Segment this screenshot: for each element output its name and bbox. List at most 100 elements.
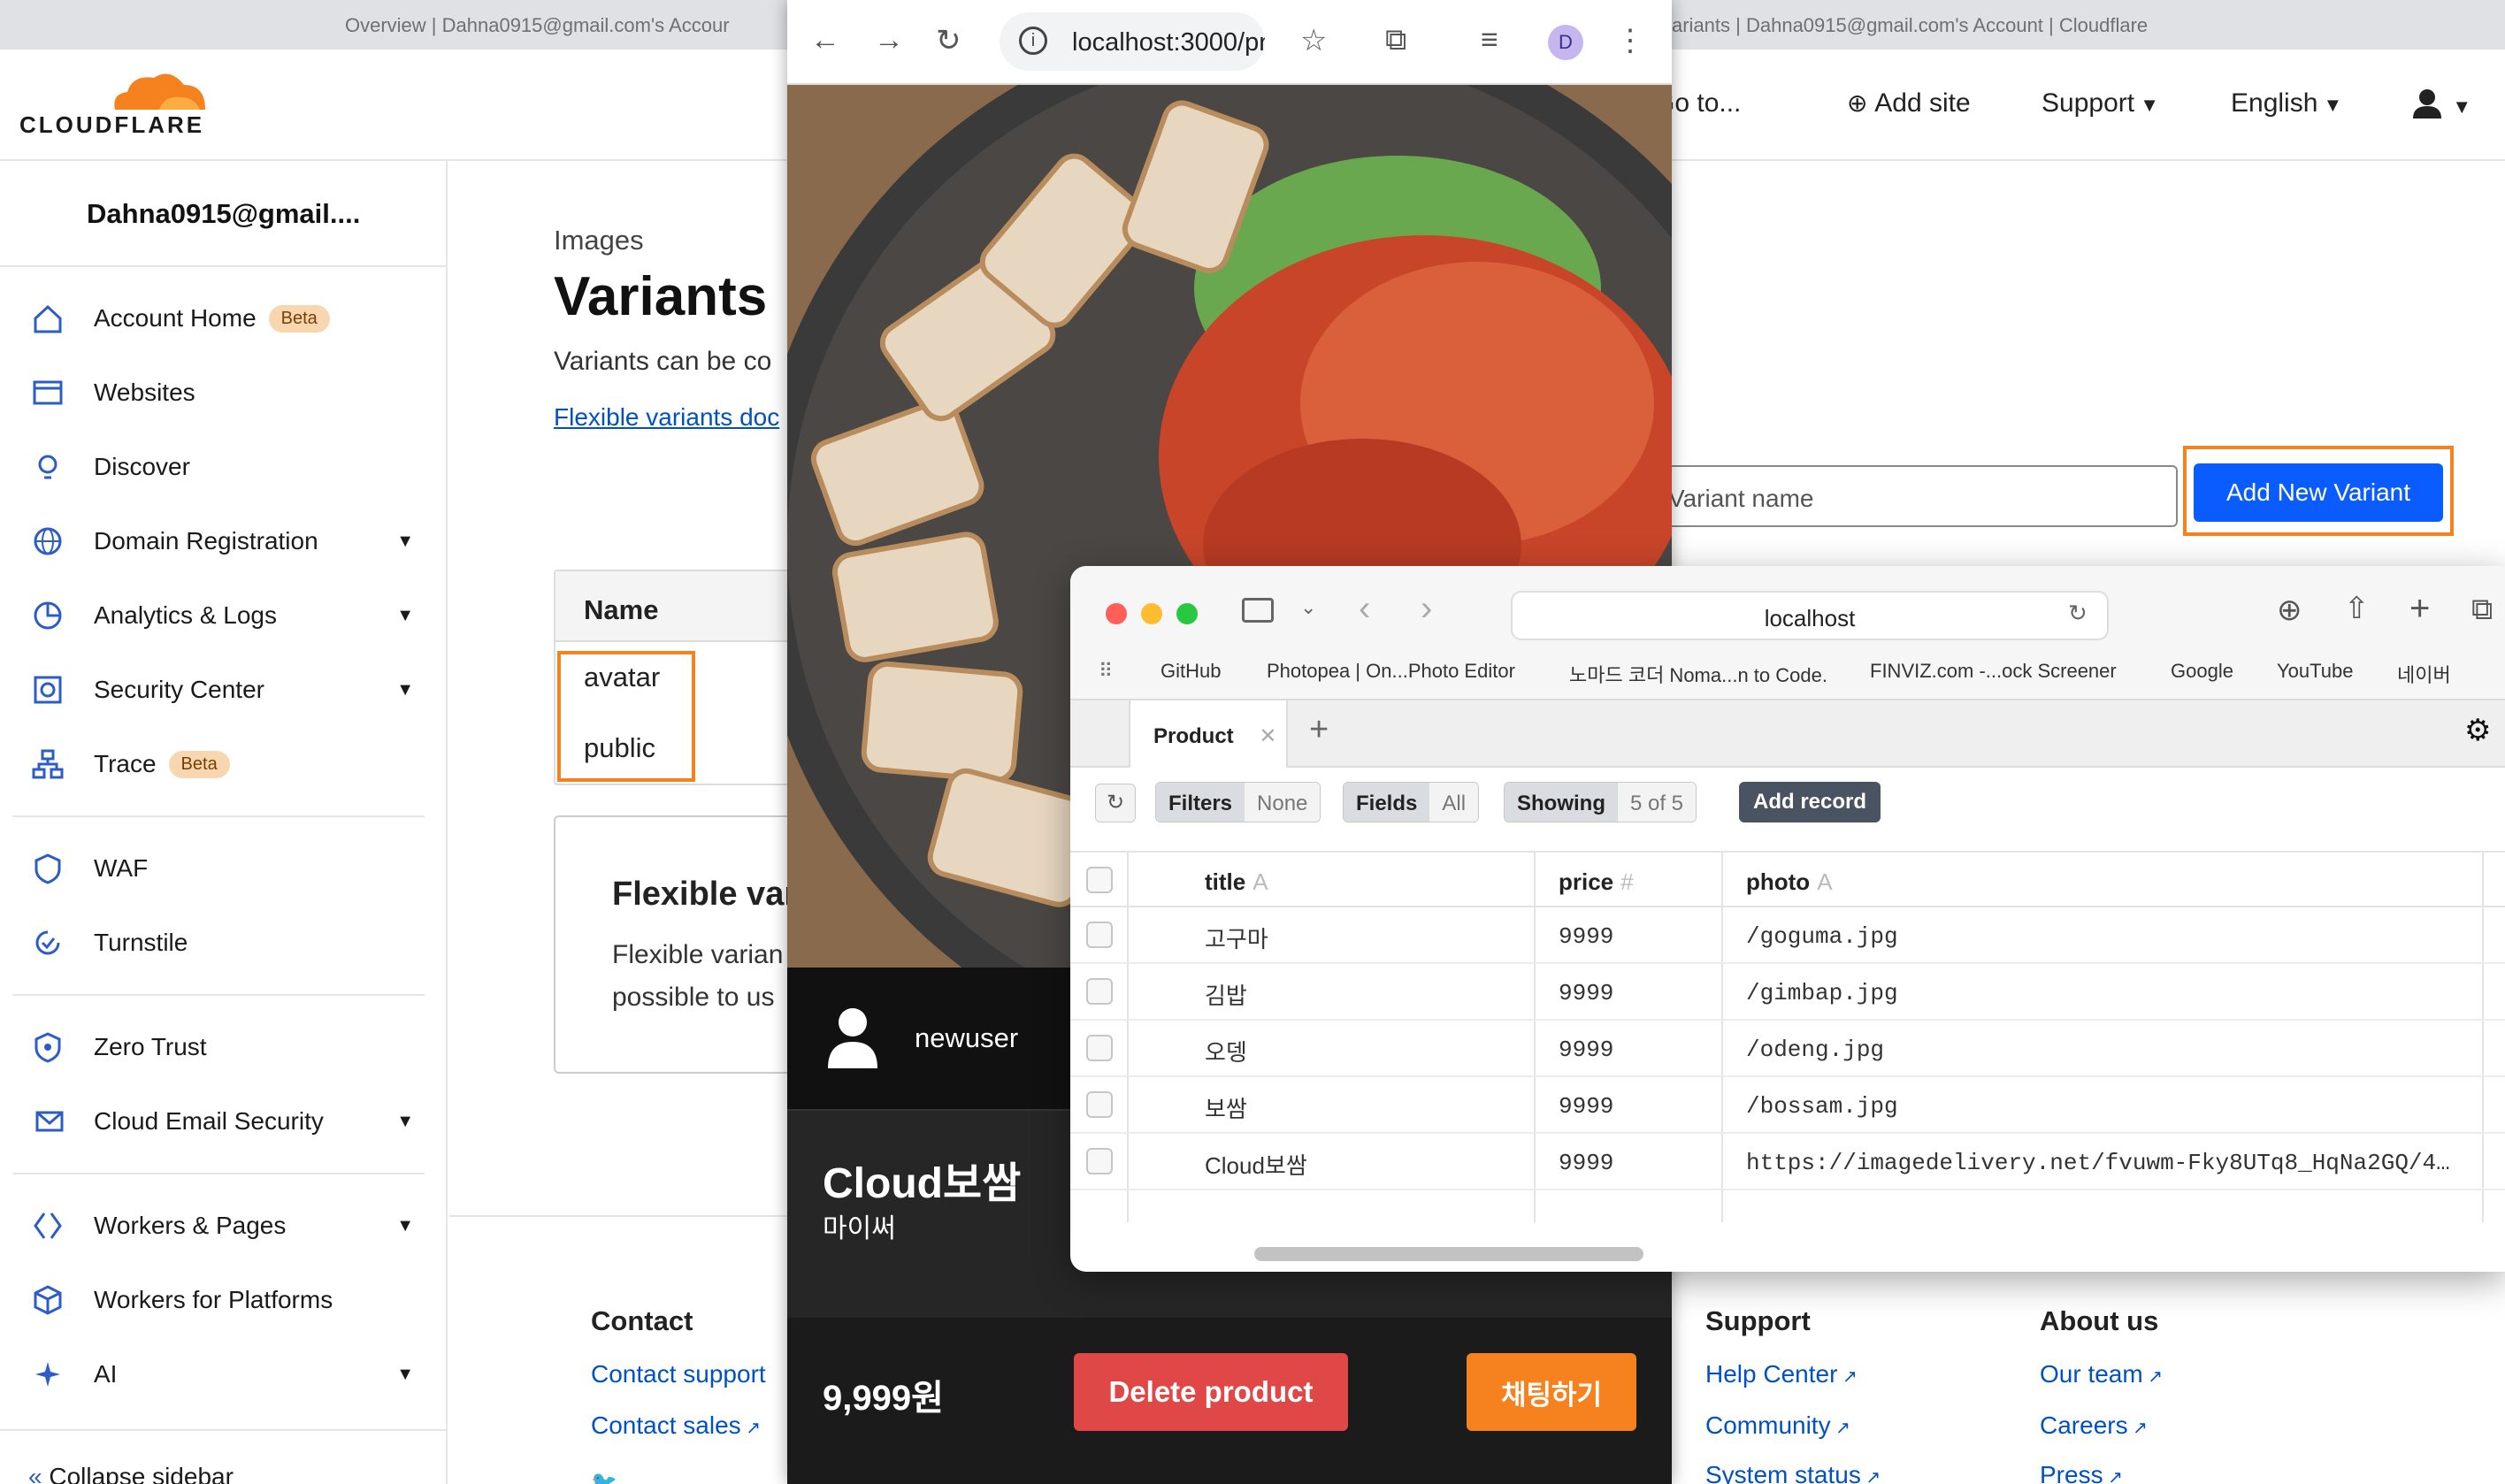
reload-icon[interactable]: ↻ [936,23,961,58]
forward-icon[interactable]: › [1421,589,1432,629]
filters-control[interactable]: Filters None [1155,782,1321,822]
sidebar-toggle-icon[interactable] [1242,598,1274,623]
cell-price[interactable]: 9999 [1559,1150,1613,1176]
sidebar-item-ai[interactable]: AI ▼ [28,1348,435,1401]
cell-photo[interactable]: /odeng.jpg [1746,1037,1884,1063]
footer-link[interactable]: Press ↗ [2040,1461,2123,1484]
close-icon[interactable]: ✕ [1259,724,1276,748]
chevron-down-icon[interactable]: ⌄ [1300,596,1316,619]
cell-price[interactable]: 9999 [1559,923,1613,950]
cell-price[interactable]: 9999 [1559,980,1613,1006]
safari-address-bar[interactable]: localhost [1511,591,2109,640]
social-icons[interactable]: 🐦 [591,1470,617,1484]
maximize-window-button[interactable] [1176,603,1198,624]
forward-icon[interactable]: → [874,23,904,57]
sidebar-item-zero-trust[interactable]: Zero Trust [28,1021,435,1074]
media-icon[interactable]: ≡ [1481,23,1498,57]
cell-title[interactable]: 고구마 [1205,922,1268,954]
horizontal-scrollbar[interactable] [1254,1247,1643,1261]
browser-tab-overview[interactable]: Overview | Dahna0915@gmail.com's Accour [345,14,730,37]
extensions-icon[interactable]: ⧉ [1385,23,1406,57]
tab-overview-icon[interactable]: ⧉ [2471,593,2493,627]
flexible-variants-doc-link[interactable]: Flexible variants doc [554,403,779,432]
cell-photo[interactable]: /bossam.jpg [1746,1093,1898,1120]
close-window-button[interactable] [1106,603,1127,624]
add-tab-icon[interactable]: + [1309,711,1329,749]
gear-icon[interactable]: ⚙ [2464,713,2491,748]
cell-photo[interactable]: /gimbap.jpg [1746,980,1898,1006]
footer-link[interactable]: Contact sales ↗ [591,1411,761,1440]
tab-product[interactable]: Product ✕ [1129,700,1288,768]
cloudflare-logo-icon[interactable] [106,67,209,111]
more-menu-icon[interactable]: ⋮ [1615,23,1645,58]
download-icon[interactable]: ⊕ [2277,593,2302,628]
star-icon[interactable]: ☆ [1300,23,1327,58]
row-checkbox[interactable] [1086,1091,1113,1118]
back-icon[interactable]: ← [810,23,840,57]
table-row[interactable]: 보쌈 9999 /bossam.jpg [1070,1077,2505,1134]
row-checkbox[interactable] [1086,1035,1113,1061]
footer-link[interactable]: Community ↗ [1705,1411,1850,1440]
refresh-icon[interactable]: ↻ [1095,784,1136,822]
column-header-photo[interactable]: photo A [1746,868,1833,896]
select-all-checkbox[interactable] [1086,867,1113,893]
add-new-variant-button[interactable]: Add New Variant [2194,463,2443,522]
chat-button[interactable]: 채팅하기 [1467,1353,1636,1431]
sidebar-item-trace[interactable]: Trace Beta [28,738,435,791]
cell-photo[interactable]: https://imagedelivery.net/fvuwm-Fky8UTq8… [1746,1150,2471,1176]
sidebar-item-account-home[interactable]: Account Home Beta [28,292,435,345]
bookmark-youtube[interactable]: YouTube [2277,660,2353,683]
cell-title[interactable]: 보쌈 [1205,1091,1247,1124]
row-checkbox[interactable] [1086,978,1113,1005]
cell-photo[interactable]: /goguma.jpg [1746,923,1898,950]
column-header-price[interactable]: price # [1559,868,1634,896]
footer-link[interactable]: System status ↗ [1705,1461,1881,1484]
cell-price[interactable]: 9999 [1559,1093,1613,1120]
bookmark-photopea[interactable]: Photopea | On...Photo Editor [1267,660,1515,683]
sidebar-item-domain-registration[interactable]: Domain Registration ▼ [28,515,435,568]
cell-price[interactable]: 9999 [1559,1037,1613,1063]
back-icon[interactable]: ‹ [1359,589,1370,629]
twitter-icon[interactable]: 🐦 [591,1471,617,1484]
variant-name-input[interactable]: Variant name [1654,465,2178,527]
sidebar-item-analytics[interactable]: Analytics & Logs ▼ [28,589,435,642]
share-icon[interactable]: ⇧ [2344,591,2370,626]
cell-title[interactable]: 오뎅 [1205,1035,1247,1067]
table-row[interactable]: 고구마 9999 /goguma.jpg [1070,907,2505,964]
add-record-button[interactable]: Add record [1739,782,1881,822]
bookmark-github[interactable]: GitHub [1161,660,1221,683]
reload-icon[interactable]: ↻ [2068,600,2088,627]
row-checkbox[interactable] [1086,922,1113,948]
showing-control[interactable]: Showing 5 of 5 [1504,782,1697,822]
table-row[interactable]: 오뎅 9999 /odeng.jpg [1070,1021,2505,1077]
fields-control[interactable]: Fields All [1343,782,1480,822]
bookmark-nomad[interactable]: 노마드 코더 Noma...n to Code. [1569,660,1827,688]
user-menu[interactable]: ▼ [2409,88,2471,126]
collapse-sidebar-button[interactable]: « Collapse sidebar [28,1463,234,1484]
add-site-button[interactable]: ⊕ Add site [1847,88,1971,119]
cloudflare-logo[interactable]: CLOUDFLARE [19,111,204,139]
sidebar-item-workers-platforms[interactable]: Workers for Platforms [28,1274,435,1327]
sidebar-item-workers-pages[interactable]: Workers & Pages ▼ [28,1199,435,1252]
language-menu[interactable]: English ▼ [2231,88,2342,119]
row-checkbox[interactable] [1086,1148,1113,1174]
table-row[interactable]: Cloud보쌈 9999 https://imagedelivery.net/f… [1070,1134,2505,1190]
footer-link[interactable]: Contact support [591,1360,766,1388]
footer-link[interactable]: Our team ↗ [2040,1360,2163,1388]
column-header-title[interactable]: title A [1205,868,1268,896]
sidebar-item-cloud-email-security[interactable]: Cloud Email Security ▼ [28,1095,435,1148]
breadcrumb[interactable]: Images [554,225,644,256]
sidebar-item-discover[interactable]: Discover [28,440,435,493]
bookmark-google[interactable]: Google [2171,660,2233,683]
bookmark-naver[interactable]: 네이버 [2397,660,2451,688]
table-row[interactable]: 김밥 9999 /gimbap.jpg [1070,964,2505,1021]
cell-title[interactable]: Cloud보쌈 [1205,1148,1307,1181]
sidebar-item-waf[interactable]: WAF [28,842,435,895]
support-menu[interactable]: Support ▼ [2042,88,2159,119]
minimize-window-button[interactable] [1141,603,1162,624]
cell-title[interactable]: 김밥 [1205,978,1247,1011]
delete-product-button[interactable]: Delete product [1074,1353,1348,1431]
profile-avatar[interactable]: D [1548,25,1583,60]
site-info-icon[interactable]: i [1019,27,1047,55]
bookmark-finviz[interactable]: FINVIZ.com -...ock Screener [1870,660,2117,683]
